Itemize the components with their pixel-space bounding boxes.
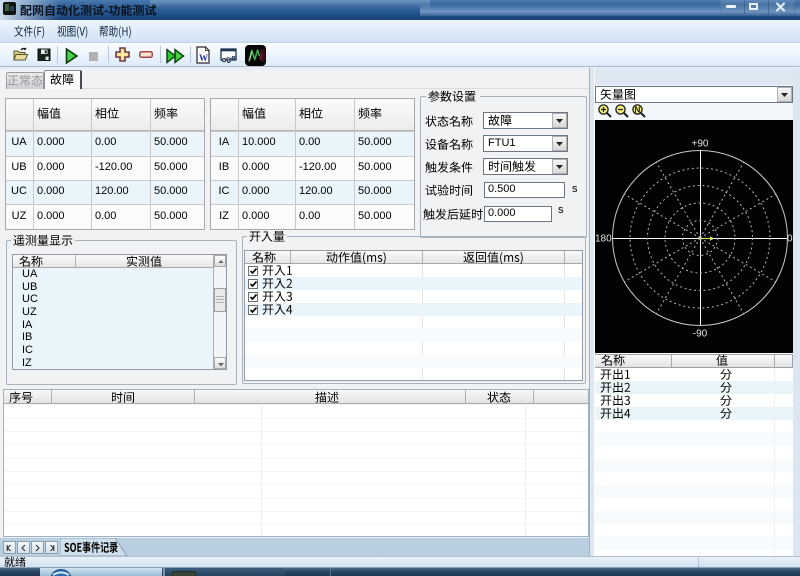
- svg-text:180: 180: [595, 234, 612, 245]
- svg-text:N: N: [635, 106, 641, 115]
- svg-text:W: W: [199, 53, 208, 63]
- svg-text:-90: -90: [693, 329, 708, 340]
- svg-text:+90: +90: [692, 139, 709, 150]
